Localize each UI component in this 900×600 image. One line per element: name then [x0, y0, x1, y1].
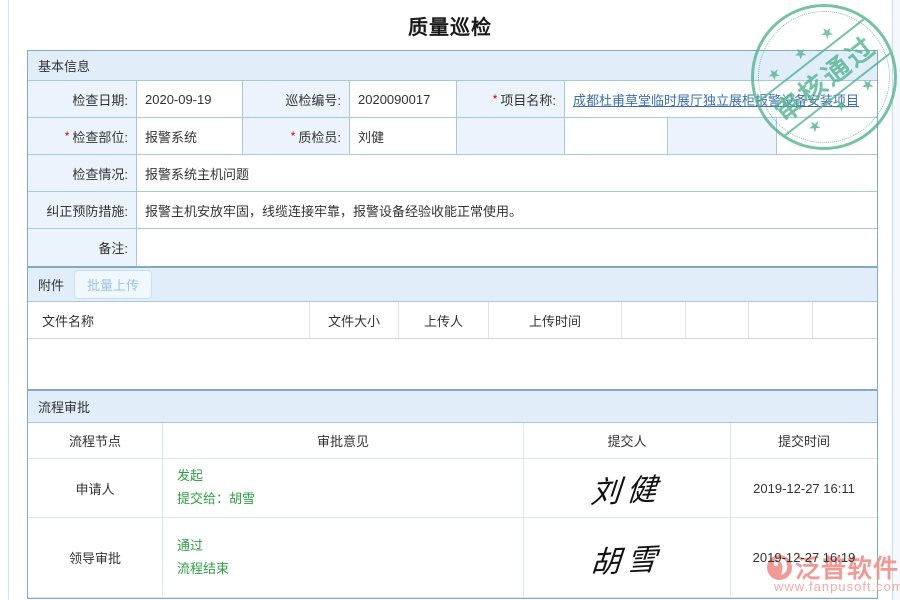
- col-empty: [749, 302, 813, 338]
- basic-info-row-5: 备注:: [28, 229, 877, 266]
- patrol-no-value: 2020090017: [350, 81, 457, 118]
- col-file-size: 文件大小: [310, 302, 399, 338]
- submitter-signature-cell: 胡雪: [524, 518, 731, 597]
- empty-label-cell: [668, 118, 777, 155]
- required-mark: *: [493, 92, 498, 106]
- remark-label: 备注:: [28, 229, 137, 266]
- workflow-row-applicant: 申请人 发起 提交给：胡雪 刘健 2019-12-27 16:11: [28, 459, 877, 518]
- submitter-signature-cell: 刘健: [524, 459, 731, 517]
- project-link[interactable]: 成都杜甫草堂临时展厅独立展柜报警设备安装项目: [573, 90, 859, 109]
- node-name: 申请人: [28, 459, 163, 517]
- opinion-line-1: 通过: [177, 535, 203, 558]
- col-opinion: 审批意见: [163, 423, 524, 458]
- page-left-border: [8, 0, 9, 600]
- col-file-name: 文件名称: [28, 302, 310, 338]
- patrol-no-label: 巡检编号:: [243, 81, 350, 118]
- opinion-line-2: 提交给：胡雪: [177, 488, 255, 511]
- inspect-date-label: 检查日期:: [28, 81, 137, 118]
- approval-opinion: 通过 流程结束: [163, 518, 524, 597]
- project-label-text: 项目名称:: [500, 90, 556, 109]
- situation-value: 报警系统主机问题: [137, 155, 877, 192]
- node-name: 领导审批: [28, 518, 163, 597]
- basic-info-row-1: 检查日期: 2020-09-19 巡检编号: 2020090017 * 项目名称…: [28, 81, 877, 118]
- measures-label: 纠正预防措施:: [28, 192, 137, 229]
- attachments-section: 附件 批量上传 文件名称 文件大小 上传人 上传时间: [27, 267, 878, 390]
- signature: 刘健: [589, 464, 665, 512]
- page-right-border: [892, 0, 893, 600]
- col-time: 提交时间: [731, 423, 877, 458]
- submit-time: 2019-12-27 16:19: [753, 550, 856, 565]
- opinion-line-1: 发起: [177, 465, 203, 488]
- workflow-table-header: 流程节点 审批意见 提交人 提交时间: [28, 423, 877, 459]
- opinion-line-2: 流程结束: [177, 558, 229, 581]
- project-label: * 项目名称:: [457, 81, 565, 118]
- remark-value: [137, 229, 877, 266]
- empty-value-cell: [777, 118, 877, 155]
- basic-info-header: 基本信息: [28, 51, 877, 81]
- batch-upload-button[interactable]: 批量上传: [74, 270, 152, 299]
- col-empty: [686, 302, 749, 338]
- empty-value-cell: [565, 118, 668, 155]
- attachments-header: 附件 批量上传: [28, 268, 877, 302]
- signature: 胡雪: [589, 533, 665, 581]
- col-uploader: 上传人: [399, 302, 489, 338]
- approval-opinion: 发起 提交给：胡雪: [163, 459, 524, 517]
- required-mark: *: [291, 129, 296, 143]
- col-node: 流程节点: [28, 423, 163, 458]
- workflow-header: 流程审批: [28, 391, 877, 423]
- basic-info-section: 基本信息 检查日期: 2020-09-19 巡检编号: 2020090017 *…: [27, 50, 878, 267]
- submit-time: 2019-12-27 16:11: [753, 481, 855, 496]
- attachments-title: 附件: [38, 275, 64, 294]
- project-value-cell: 成都杜甫草堂临时展厅独立展柜报警设备安装项目: [565, 81, 877, 118]
- col-empty: [813, 302, 877, 338]
- inspector-label-text: 质检员:: [298, 127, 341, 146]
- col-upload-time: 上传时间: [489, 302, 622, 338]
- workflow-row-leader: 领导审批 通过 流程结束 胡雪 2019-12-27 16:19: [28, 518, 877, 598]
- basic-info-row-3: 检查情况: 报警系统主机问题: [28, 155, 877, 192]
- attachments-empty-body: [28, 339, 877, 389]
- main-content: 基本信息 检查日期: 2020-09-19 巡检编号: 2020090017 *…: [27, 50, 878, 599]
- page-right-margin: [893, 0, 900, 600]
- submit-time-cell: 2019-12-27 16:11: [731, 459, 877, 517]
- situation-label: 检查情况:: [28, 155, 137, 192]
- col-submitter: 提交人: [524, 423, 731, 458]
- attachments-table-header: 文件名称 文件大小 上传人 上传时间: [28, 302, 877, 339]
- inspect-date-value: 2020-09-19: [137, 81, 243, 118]
- basic-info-row-2: * 检查部位: 报警系统 * 质检员: 刘健: [28, 118, 877, 155]
- empty-label-cell: [457, 118, 565, 155]
- col-empty: [622, 302, 686, 338]
- part-label-text: 检查部位:: [72, 127, 128, 146]
- part-label: * 检查部位:: [28, 118, 137, 155]
- part-value: 报警系统: [137, 118, 243, 155]
- required-mark: *: [65, 129, 70, 143]
- basic-info-row-4: 纠正预防措施: 报警主机安放牢固，线缆连接牢靠，报警设备经验收能正常使用。: [28, 192, 877, 229]
- inspector-label: * 质检员:: [243, 118, 350, 155]
- submit-time-cell: 2019-12-27 16:19: [731, 518, 877, 597]
- inspector-value: 刘健: [350, 118, 457, 155]
- workflow-section: 流程审批 流程节点 审批意见 提交人 提交时间 申请人 发起 提交给：胡雪 刘健…: [27, 390, 878, 599]
- page-title: 质量巡检: [0, 0, 900, 40]
- measures-value: 报警主机安放牢固，线缆连接牢靠，报警设备经验收能正常使用。: [137, 192, 877, 229]
